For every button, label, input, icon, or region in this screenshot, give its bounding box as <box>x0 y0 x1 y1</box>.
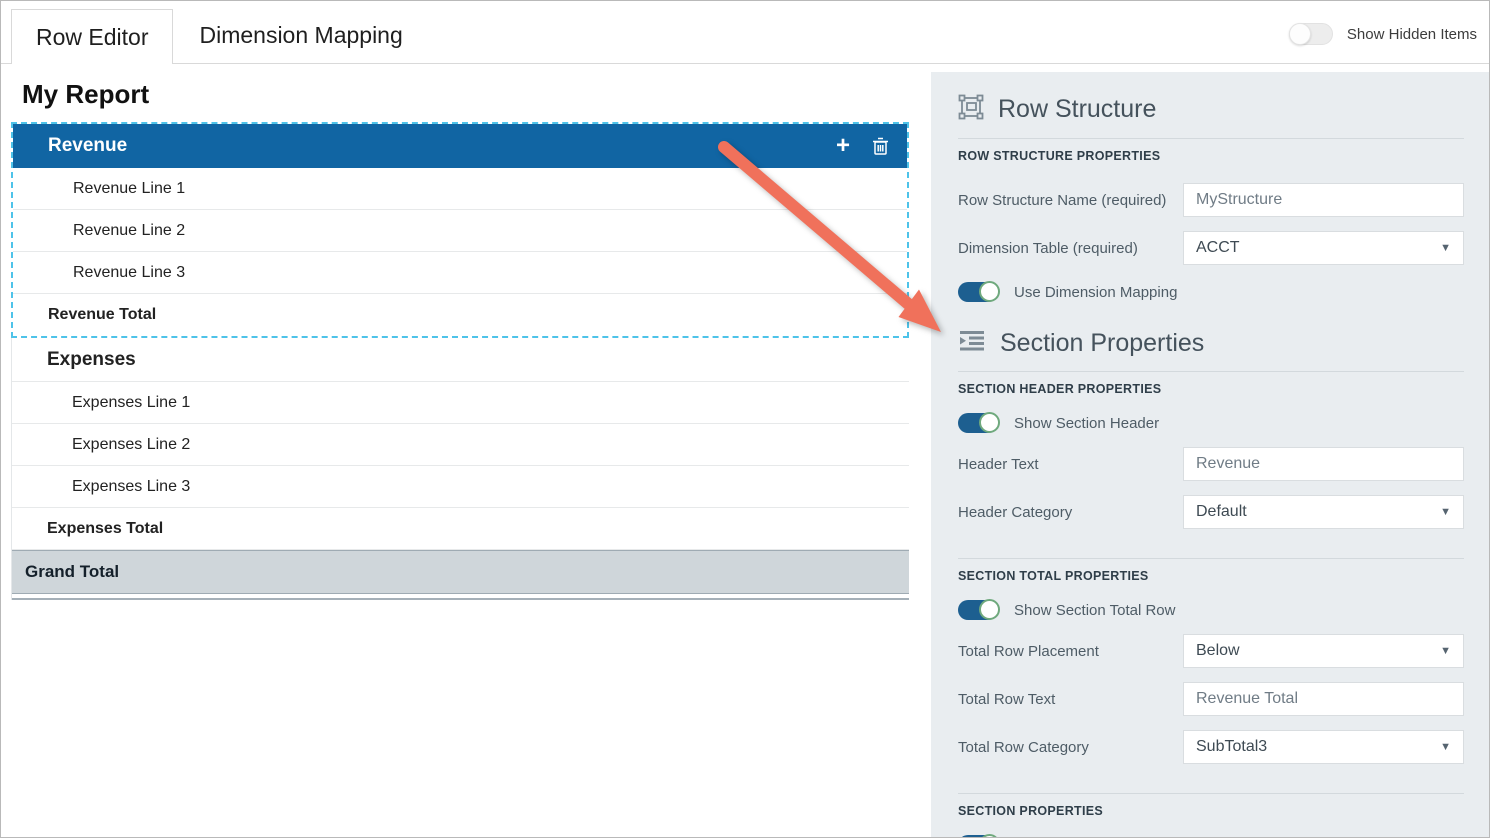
row-label: Revenue Line 2 <box>73 222 185 240</box>
show-section-total-row: Show Section Total Row <box>958 600 1464 620</box>
row-revenue-line-3[interactable]: Revenue Line 3 <box>13 252 907 294</box>
total-row-text-input[interactable] <box>1183 682 1464 716</box>
row-structure-name-label: Row Structure Name (required) <box>958 192 1166 209</box>
tab-dimension-mapping-label: Dimension Mapping <box>199 22 402 49</box>
report-row-list: Revenue + Revenue Lin <box>11 122 909 600</box>
section-properties-caption: SECTION PROPERTIES <box>958 804 1464 818</box>
toggle-knob <box>979 834 1000 838</box>
section-properties-icon <box>958 329 986 358</box>
divider <box>958 371 1464 372</box>
divider <box>958 138 1464 139</box>
show-hidden-items-toggle[interactable] <box>1289 23 1333 45</box>
row-expenses-header[interactable]: Expenses <box>12 338 909 382</box>
row-label: Revenue Line 1 <box>73 180 185 198</box>
row-grand-total[interactable]: Grand Total <box>12 550 909 594</box>
header-category-field: Header Category Default ▼ <box>958 495 1464 529</box>
section-properties-heading: Section Properties <box>958 329 1464 358</box>
dimension-table-value: ACCT <box>1196 239 1240 257</box>
total-row-category-field: Total Row Category SubTotal3 ▼ <box>958 730 1464 764</box>
row-label: Revenue Total <box>48 306 156 324</box>
divider <box>958 558 1464 559</box>
row-revenue-line-1[interactable]: Revenue Line 1 <box>13 168 907 210</box>
header-category-select[interactable]: Default ▼ <box>1183 495 1464 529</box>
add-row-icon[interactable]: + <box>836 134 850 158</box>
dimension-table-select[interactable]: ACCT ▼ <box>1183 231 1464 265</box>
total-row-placement-label: Total Row Placement <box>958 643 1099 660</box>
report-lower-rows: Expenses Expenses Line 1 Expenses Line 2… <box>11 338 909 600</box>
row-label: Expenses Line 2 <box>72 436 190 454</box>
total-row-category-select[interactable]: SubTotal3 ▼ <box>1183 730 1464 764</box>
total-row-text-label: Total Row Text <box>958 691 1055 708</box>
toggle-knob <box>1289 23 1311 45</box>
chevron-down-icon: ▼ <box>1440 645 1451 657</box>
row-label: Grand Total <box>25 562 119 582</box>
row-revenue-total[interactable]: Revenue Total <box>13 294 907 336</box>
total-row-placement-select[interactable]: Below ▼ <box>1183 634 1464 668</box>
toggle-knob <box>979 281 1000 302</box>
chevron-down-icon: ▼ <box>1440 242 1451 254</box>
total-row-category-label: Total Row Category <box>958 739 1089 756</box>
selected-section-box: Revenue + Revenue Lin <box>11 122 909 338</box>
row-structure-name-input[interactable] <box>1183 183 1464 217</box>
show-hidden-items-control: Show Hidden Items <box>1289 23 1477 45</box>
show-section-total-label: Show Section Total Row <box>1014 602 1175 619</box>
divider <box>958 793 1464 794</box>
row-label: Expenses Total <box>47 520 163 538</box>
row-structure-heading: Row Structure <box>958 94 1464 125</box>
section-total-properties-caption: SECTION TOTAL PROPERTIES <box>958 569 1464 583</box>
tab-dimension-mapping[interactable]: Dimension Mapping <box>173 8 428 63</box>
show-hidden-items-label: Show Hidden Items <box>1347 26 1477 43</box>
dimension-table-label: Dimension Table (required) <box>958 240 1138 257</box>
total-row-text-field: Total Row Text <box>958 682 1464 716</box>
section-header-properties-caption: SECTION HEADER PROPERTIES <box>958 382 1464 396</box>
report-title: My Report <box>22 79 149 110</box>
row-structure-icon <box>958 94 984 125</box>
chevron-down-icon: ▼ <box>1440 741 1451 753</box>
header-text-input[interactable] <box>1183 447 1464 481</box>
row-structure-name-field: Row Structure Name (required) <box>958 183 1464 217</box>
use-dimension-mapping-label: Use Dimension Mapping <box>1014 284 1177 301</box>
toggle-knob <box>979 412 1000 433</box>
tab-bar: Row Editor Dimension Mapping Show Hidden… <box>1 1 1489 64</box>
header-text-field: Header Text <box>958 447 1464 481</box>
row-expenses-line-3[interactable]: Expenses Line 3 <box>12 466 909 508</box>
selected-row-actions: + <box>836 134 889 158</box>
row-label: Expenses Line 3 <box>72 478 190 496</box>
app-window: Row Editor Dimension Mapping Show Hidden… <box>0 0 1490 838</box>
toggle-knob <box>979 599 1000 620</box>
tab-row-editor[interactable]: Row Editor <box>11 9 173 64</box>
row-expenses-total[interactable]: Expenses Total <box>12 508 909 550</box>
dimension-table-field: Dimension Table (required) ACCT ▼ <box>958 231 1464 265</box>
total-row-category-value: SubTotal3 <box>1196 738 1267 756</box>
show-section-header-row: Show Section Header <box>958 413 1464 433</box>
show-section-total-toggle[interactable] <box>958 600 998 620</box>
header-category-label: Header Category <box>958 504 1072 521</box>
row-label: Revenue Line 3 <box>73 264 185 282</box>
chevron-down-icon: ▼ <box>1440 506 1451 518</box>
row-structure-properties-caption: ROW STRUCTURE PROPERTIES <box>958 149 1464 163</box>
row-revenue-header[interactable]: Revenue + <box>13 124 907 168</box>
total-row-placement-value: Below <box>1196 642 1240 660</box>
row-expenses-line-1[interactable]: Expenses Line 1 <box>12 382 909 424</box>
show-section-header-label: Show Section Header <box>1014 415 1159 432</box>
row-label: Expenses <box>47 349 136 371</box>
header-category-value: Default <box>1196 503 1247 521</box>
header-text-label: Header Text <box>958 456 1039 473</box>
delete-row-icon[interactable] <box>872 137 889 156</box>
row-label: Expenses Line 1 <box>72 394 190 412</box>
row-structure-title: Row Structure <box>998 95 1156 124</box>
tab-row-editor-label: Row Editor <box>36 24 148 51</box>
show-section-header-toggle[interactable] <box>958 413 998 433</box>
row-expenses-line-2[interactable]: Expenses Line 2 <box>12 424 909 466</box>
row-label: Revenue <box>48 135 127 157</box>
use-dimension-mapping-toggle[interactable] <box>958 282 998 302</box>
row-revenue-line-2[interactable]: Revenue Line 2 <box>13 210 907 252</box>
use-dimension-mapping-row: Use Dimension Mapping <box>958 282 1464 302</box>
total-row-placement-field: Total Row Placement Below ▼ <box>958 634 1464 668</box>
grand-total-underline <box>12 597 909 600</box>
section-properties-title: Section Properties <box>1000 329 1204 358</box>
properties-panel: Row Structure ROW STRUCTURE PROPERTIES R… <box>931 72 1490 838</box>
